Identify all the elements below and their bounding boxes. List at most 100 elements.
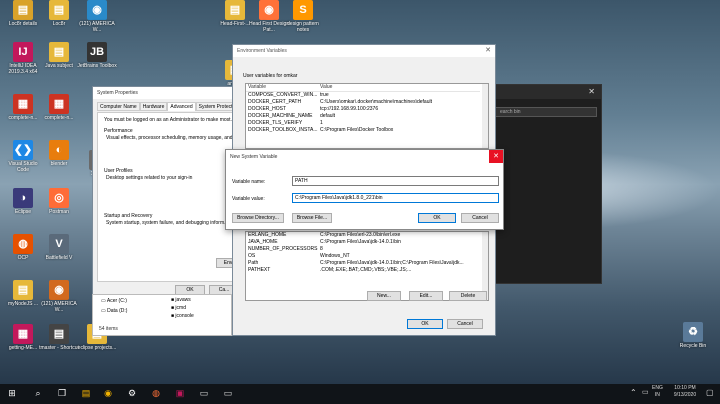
tab-strip: Computer Name Hardware Advanced System P…: [97, 102, 243, 111]
list-item[interactable]: ■ jconsole: [171, 312, 194, 320]
cancel-button[interactable]: Cancel: [447, 319, 483, 329]
scrollbar[interactable]: [482, 84, 488, 148]
table-row[interactable]: DOCKER_TLS_VERIFY 1: [246, 120, 480, 127]
desktop-icon[interactable]: ▤ Java subject: [38, 42, 80, 69]
status-text: 54 items: [99, 326, 118, 332]
user-variables-label: User variables for omkar: [243, 73, 298, 79]
notification-icon[interactable]: ▢: [706, 388, 714, 397]
date-text: 9/13/2020: [673, 392, 697, 398]
performance-title: Performance: [104, 128, 133, 134]
table-row[interactable]: Path C:\Program Files\Java\jdk-14.0.1\bin…: [246, 260, 480, 267]
chrome-icon[interactable]: ◉: [102, 386, 114, 400]
table-row[interactable]: DOCKER_TOOLBOX_INSTA... C:\Program Files\…: [246, 127, 480, 134]
firefox-icon[interactable]: ◍: [150, 386, 162, 400]
tab-advanced[interactable]: Advanced: [167, 102, 196, 111]
titlebar[interactable]: System Properties: [93, 87, 249, 99]
desktop-icon[interactable]: ▦ complete-n...: [38, 94, 80, 121]
desktop-icon[interactable]: ▤ tmaster - Shortcut: [38, 324, 80, 351]
scrollbar[interactable]: [482, 232, 488, 300]
search-input[interactable]: earch bin: [485, 107, 597, 117]
nav-item-data[interactable]: ▭ Data (D:): [101, 308, 127, 314]
desktop-icon[interactable]: ◉ (121) AMERICA W...: [38, 280, 80, 313]
delete-variable-button[interactable]: Delete: [449, 291, 487, 301]
close-icon[interactable]: ✕: [485, 46, 491, 54]
variable-value-label: Variable value:: [232, 196, 265, 202]
desktop-icon[interactable]: ◐ blender: [38, 140, 80, 167]
desktop-icon[interactable]: JB JetBrains Toolbox: [76, 42, 118, 69]
app-icon: ▤: [225, 0, 245, 20]
start-icon[interactable]: ⊞: [6, 386, 18, 400]
table-row[interactable]: NUMBER_OF_PROCESSORS 8: [246, 246, 480, 253]
file-explorer-icon[interactable]: ▤: [80, 386, 92, 400]
app-icon: ◉: [49, 280, 69, 300]
table-row[interactable]: DOCKER_CERT_PATH C:\Users\omkar\.docker\m…: [246, 99, 480, 106]
app-icon: ◍: [13, 234, 33, 254]
table-row[interactable]: COMPOSE_CONVERT_WIN... true: [246, 92, 480, 100]
list-item[interactable]: ■ jcmd: [171, 304, 194, 312]
tray-chevron-icon[interactable]: ⌃: [630, 388, 637, 397]
admin-note: You must be logged on as an Administrato…: [104, 117, 235, 123]
network-icon[interactable]: ▭: [642, 388, 649, 396]
titlebar[interactable]: New System Variable ✕: [226, 150, 503, 163]
variable-name-field[interactable]: PATH: [292, 176, 499, 186]
region-text: IN: [654, 392, 660, 398]
settings-icon[interactable]: ⚙: [126, 386, 138, 400]
table-row[interactable]: JAVA_HOME C:\Program Files\Java\jdk-14.0.…: [246, 239, 480, 246]
language-indicator[interactable]: ENG IN: [652, 385, 663, 399]
app-icon: ▤: [49, 324, 69, 344]
ok-button[interactable]: OK: [418, 213, 456, 223]
user-variables-list[interactable]: Variable Value COMPOSE_CONVERT_WIN... tru…: [245, 83, 489, 149]
drive-icon: ▭: [101, 308, 106, 314]
variable-value-field[interactable]: C:\Program Files\Java\jdk1.8.0_221\bin: [292, 193, 499, 203]
new-system-variable-dialog[interactable]: New System Variable ✕ Variable name: PAT…: [225, 149, 504, 230]
list-item[interactable]: ■ javaws: [171, 296, 194, 304]
clock[interactable]: 10:10 PM 9/13/2020: [670, 385, 700, 399]
table-row[interactable]: DOCKER_HOST tcp://192.168.99.100:2376: [246, 106, 480, 113]
app-icon: IJ: [13, 42, 33, 62]
startup-desc: System startup, system failure, and debu…: [106, 220, 229, 226]
file-icon: ■: [171, 305, 175, 311]
desktop-icon[interactable]: V Battlefield V: [38, 234, 80, 261]
close-icon[interactable]: ✕: [489, 150, 503, 163]
desktop-icon[interactable]: ▤ Loc8r: [38, 0, 80, 27]
titlebar[interactable]: Environment Variables ✕: [233, 45, 495, 57]
file-icon: ■: [171, 313, 175, 319]
tab-computer-name[interactable]: Computer Name: [97, 102, 140, 111]
nav-label: Acer (C:): [106, 298, 127, 304]
ok-button[interactable]: OK: [407, 319, 443, 329]
browse-file-button[interactable]: Browse File...: [292, 213, 332, 223]
cancel-button[interactable]: Cancel: [461, 213, 499, 223]
desktop-icon-label: (121) AMERICA W...: [79, 21, 115, 33]
performance-desc: Visual effects, processor scheduling, me…: [106, 135, 237, 141]
new-variable-button[interactable]: New...: [367, 291, 401, 301]
app-icon: ▦: [13, 94, 33, 114]
app-icon: JB: [87, 42, 107, 62]
column-header[interactable]: Variable: [246, 84, 318, 92]
nav-item-acer[interactable]: ▭ Acer (C:): [101, 298, 127, 304]
intellij-icon[interactable]: ▣: [174, 386, 186, 400]
edit-variable-button[interactable]: Edit...: [409, 291, 443, 301]
column-header[interactable]: Value: [318, 84, 480, 92]
desktop-icon[interactable]: Sdesign pattern notes: [282, 0, 324, 33]
app-icon: S: [293, 0, 313, 20]
close-icon[interactable]: ✕: [588, 87, 595, 96]
app-icon: ❮❯: [13, 140, 33, 160]
search-icon[interactable]: ⌕: [32, 386, 44, 400]
system-icon[interactable]: ▭: [222, 386, 234, 400]
browse-directory-button[interactable]: Browse Directory...: [232, 213, 284, 223]
app-icon: ◑: [13, 188, 33, 208]
table-row[interactable]: DOCKER_MACHINE_NAME default: [246, 113, 480, 120]
task-view-icon[interactable]: ❐: [56, 386, 68, 400]
desktop-icon[interactable]: ♻ Recycle Bin: [672, 322, 714, 349]
table-row[interactable]: PATHEXT .COM;.EXE;.BAT;.CMD;.VBS;.VBE;.JS…: [246, 267, 480, 274]
table-row[interactable]: ERLANG_HOME C:\Program Files\erl-23.0\bin…: [246, 232, 480, 239]
tab-hardware[interactable]: Hardware: [139, 102, 168, 111]
terminal-titlebar[interactable]: ✕: [481, 85, 601, 99]
desktop-icon[interactable]: ◉ (121) AMERICA W...: [76, 0, 118, 33]
app-icon: ▤: [49, 42, 69, 62]
time-text: 10:10 PM: [674, 385, 696, 391]
desktop-icon[interactable]: ◎ Postman: [38, 188, 80, 215]
terminal-icon[interactable]: ▭: [198, 386, 210, 400]
file-explorer-window[interactable]: ▭ Acer (C:) ▭ Data (D:) ■ javaws ■ jcmd …: [92, 294, 232, 336]
table-row[interactable]: OS Windows_NT: [246, 253, 480, 260]
